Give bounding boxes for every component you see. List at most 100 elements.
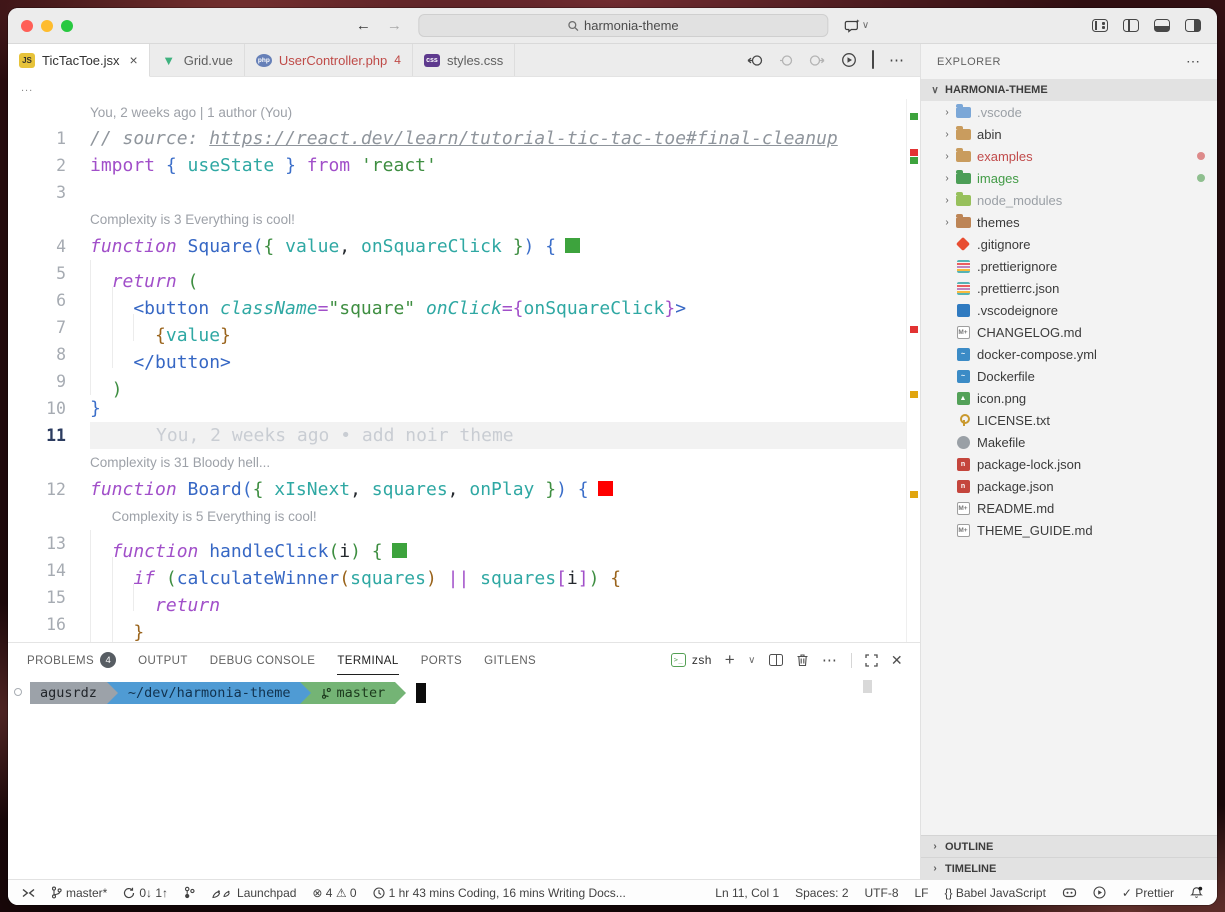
tree-item[interactable]: › node_modules: [921, 189, 1217, 211]
tree-item[interactable]: › .vscodeignore: [921, 299, 1217, 321]
new-terminal-icon[interactable]: +: [725, 650, 735, 670]
line-number[interactable]: [8, 100, 90, 125]
zoom-window-button[interactable]: [61, 20, 73, 32]
breadcrumb[interactable]: ...: [8, 77, 920, 99]
sidebar-section-header[interactable]: › OUTLINE: [921, 835, 1217, 857]
status-bar-item[interactable]: Ln 11, Col 1: [715, 886, 779, 900]
status-bar-item[interactable]: [1190, 886, 1203, 899]
status-bar-item[interactable]: LF: [915, 886, 929, 900]
status-bar-item[interactable]: [22, 887, 35, 899]
code-line[interactable]: 14if (calculateWinner(squares) || square…: [8, 557, 906, 584]
line-number[interactable]: 3: [8, 179, 90, 206]
tree-item[interactable]: › examples: [921, 145, 1217, 167]
line-number[interactable]: 1: [8, 125, 90, 152]
panel-tab[interactable]: PORTS: [421, 643, 462, 677]
code-line[interactable]: 13function handleClick(i) {: [8, 530, 906, 557]
editor-tab[interactable]: php UserController.php 4: [245, 44, 413, 76]
code-line[interactable]: 11You, 2 weeks ago • add noir theme: [8, 422, 906, 449]
workspace-root-header[interactable]: ∨ HARMONIA-THEME: [921, 79, 1217, 101]
code-line[interactable]: 12function Board({ xIsNext, squares, onP…: [8, 476, 906, 503]
line-number[interactable]: 13: [8, 530, 90, 557]
panel-tab[interactable]: OUTPUT: [138, 643, 188, 677]
run-debug-icon[interactable]: [841, 52, 857, 68]
status-bar-item[interactable]: ✓ Prettier: [1122, 886, 1174, 900]
kill-terminal-trash-icon[interactable]: [796, 653, 809, 667]
codelens-line[interactable]: Complexity is 31 Bloody hell...: [8, 449, 906, 476]
status-bar-item[interactable]: Launchpad: [211, 886, 296, 900]
sidebar-section-header[interactable]: › TIMELINE: [921, 857, 1217, 879]
code-line[interactable]: 1// source: https://react.dev/learn/tuto…: [8, 125, 906, 152]
code-line[interactable]: 7{value}: [8, 314, 906, 341]
line-number[interactable]: 6: [8, 287, 90, 314]
panel-tab[interactable]: PROBLEMS 4: [27, 643, 116, 677]
code-line[interactable]: 10}: [8, 395, 906, 422]
line-number[interactable]: 15: [8, 584, 90, 611]
code-line[interactable]: 17const nextSquares = squares.slice(): [8, 638, 906, 642]
code-line[interactable]: 3: [8, 179, 906, 206]
explorer-more-actions-icon[interactable]: ⋯: [1186, 53, 1201, 70]
close-window-button[interactable]: [21, 20, 33, 32]
panel-tab[interactable]: GITLENS: [484, 643, 536, 677]
tree-item[interactable]: › ▲ icon.png: [921, 387, 1217, 409]
panel-more-actions-icon[interactable]: ⋯: [822, 653, 838, 668]
tree-item[interactable]: › M+ THEME_GUIDE.md: [921, 519, 1217, 541]
split-editor-icon[interactable]: [872, 51, 874, 69]
tree-item[interactable]: › .prettierignore: [921, 255, 1217, 277]
minimize-window-button[interactable]: [41, 20, 53, 32]
code-line[interactable]: 15return: [8, 584, 906, 611]
line-number[interactable]: [8, 503, 90, 530]
tree-item[interactable]: › abin: [921, 123, 1217, 145]
tree-item[interactable]: › M+ README.md: [921, 497, 1217, 519]
close-tab-icon[interactable]: ×: [130, 52, 138, 68]
back-navigation-icon[interactable]: [747, 53, 764, 68]
editor-tab[interactable]: ▼ Grid.vue: [150, 44, 245, 76]
command-center-search[interactable]: harmonia-theme: [418, 14, 828, 37]
line-number[interactable]: 9: [8, 368, 90, 395]
status-bar-item[interactable]: master*: [51, 886, 107, 900]
line-number[interactable]: 2: [8, 152, 90, 179]
tree-item[interactable]: › .prettierrc.json: [921, 277, 1217, 299]
status-bar-item[interactable]: Spaces: 2: [795, 886, 848, 900]
terminal-dropdown-icon[interactable]: ∨: [748, 655, 756, 666]
tree-item[interactable]: › ~ docker-compose.yml: [921, 343, 1217, 365]
tree-item[interactable]: › M+ CHANGELOG.md: [921, 321, 1217, 343]
code-line[interactable]: 4function Square({ value, onSquareClick …: [8, 233, 906, 260]
status-bar-item[interactable]: 0↓ 1↑: [123, 886, 168, 900]
tree-item[interactable]: › themes: [921, 211, 1217, 233]
maximize-panel-icon[interactable]: [865, 654, 878, 667]
line-number[interactable]: [8, 206, 90, 233]
tree-item[interactable]: › ~ Dockerfile: [921, 365, 1217, 387]
line-number[interactable]: 14: [8, 557, 90, 584]
history-forward-icon[interactable]: →: [387, 18, 402, 33]
code-editor[interactable]: You, 2 weeks ago | 1 author (You)1// sou…: [8, 99, 920, 642]
code-line[interactable]: 2import { useState } from 'react': [8, 152, 906, 179]
status-bar-item[interactable]: [1062, 886, 1077, 899]
line-number[interactable]: 4: [8, 233, 90, 260]
shell-name[interactable]: zsh: [692, 653, 712, 667]
status-bar-item[interactable]: [1093, 886, 1106, 899]
tree-item[interactable]: › Makefile: [921, 431, 1217, 453]
panel-tab[interactable]: TERMINAL: [337, 643, 398, 677]
history-back-icon[interactable]: ←: [356, 18, 371, 33]
tree-item[interactable]: › .gitignore: [921, 233, 1217, 255]
code-line[interactable]: 9): [8, 368, 906, 395]
code-line[interactable]: 16}: [8, 611, 906, 638]
tree-item[interactable]: › n package.json: [921, 475, 1217, 497]
split-terminal-icon[interactable]: [769, 654, 783, 666]
toggle-secondary-sidebar-icon[interactable]: [1185, 19, 1201, 32]
line-number[interactable]: 17: [8, 638, 90, 642]
line-number[interactable]: 7: [8, 314, 90, 341]
copilot-menu[interactable]: ∨: [844, 18, 869, 34]
terminal-scrollbar-thumb[interactable]: [863, 680, 872, 693]
codelens-line[interactable]: Complexity is 3 Everything is cool!: [8, 206, 906, 233]
toggle-primary-sidebar-icon[interactable]: [1123, 19, 1139, 32]
editor-tab[interactable]: css styles.css: [413, 44, 515, 76]
terminal[interactable]: agusrdz ~/dev/harmonia-theme master: [8, 677, 920, 879]
customize-layout-icon[interactable]: [1092, 19, 1108, 32]
close-panel-icon[interactable]: ✕: [891, 652, 903, 669]
line-number[interactable]: 8: [8, 341, 90, 368]
line-number[interactable]: 5: [8, 260, 90, 287]
status-bar-item[interactable]: {} Babel JavaScript: [945, 886, 1046, 900]
toggle-panel-icon[interactable]: [1154, 19, 1170, 32]
panel-tab[interactable]: DEBUG CONSOLE: [210, 643, 316, 677]
